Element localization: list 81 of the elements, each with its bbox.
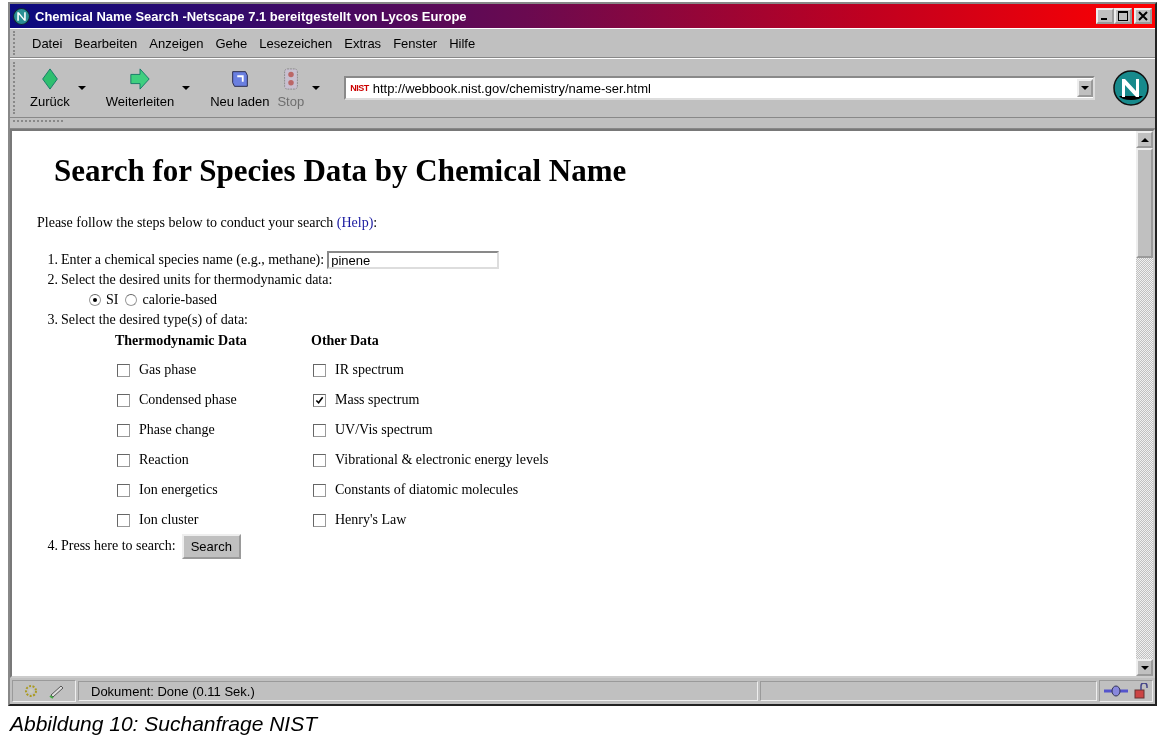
site-label: NIST bbox=[350, 83, 369, 93]
status-text: Dokument: Done (0.11 Sek.) bbox=[78, 681, 758, 701]
checkbox-label: Constants of diatomic molecules bbox=[335, 482, 519, 498]
checkbox[interactable] bbox=[117, 483, 130, 497]
padlock-icon bbox=[1133, 683, 1149, 699]
toolbar-button[interactable]: Zurück bbox=[26, 67, 74, 109]
window-title: Chemical Name Search -Netscape 7.1 bereitgestellt von Lycos Europe bbox=[35, 8, 468, 24]
step-number: 1. bbox=[46, 252, 58, 268]
checkbox[interactable] bbox=[313, 513, 326, 527]
checkbox-label: IR spectrum bbox=[335, 362, 404, 378]
column-heading: Other Data bbox=[311, 333, 380, 350]
step-label: Press here to search: bbox=[61, 538, 176, 554]
colon-text: : bbox=[373, 215, 378, 230]
checkbox[interactable] bbox=[313, 363, 326, 377]
menu-item[interactable]: Datei bbox=[26, 35, 69, 51]
step-label: Enter a chemical species name (e.g., methane): bbox=[61, 252, 325, 268]
pen-icon[interactable] bbox=[49, 683, 65, 699]
toolbar-button[interactable]: Neu laden bbox=[206, 67, 274, 109]
dropdown-caret-icon[interactable] bbox=[182, 86, 191, 90]
species-name-field[interactable]: pinene bbox=[327, 251, 500, 269]
radio-label: SI bbox=[106, 292, 119, 308]
radio-button[interactable] bbox=[89, 294, 101, 306]
checkbox-label: Phase change bbox=[139, 422, 215, 438]
checkbox-label: Reaction bbox=[139, 452, 189, 468]
checkbox-label: Condensed phase bbox=[139, 392, 237, 408]
down-caret-icon bbox=[1140, 665, 1149, 670]
maximize-button[interactable] bbox=[1114, 8, 1132, 24]
checkbox[interactable] bbox=[313, 393, 326, 407]
step-number: 4. bbox=[46, 538, 58, 554]
toolbar-button[interactable]: Weiterleiten bbox=[101, 67, 179, 109]
menu-item[interactable]: Anzeigen bbox=[143, 35, 210, 51]
menu-item[interactable]: Fenster bbox=[387, 35, 444, 51]
checkbox[interactable] bbox=[313, 483, 326, 497]
menu-item[interactable]: Extras bbox=[338, 35, 388, 51]
connection-icon bbox=[1103, 685, 1129, 697]
column-heading: Thermodynamic Data bbox=[115, 333, 248, 350]
page-heading: Search for Species Data by Chemical Name bbox=[54, 153, 628, 189]
dropdown-caret-icon[interactable] bbox=[77, 86, 86, 90]
checkbox-label: Henry's Law bbox=[335, 512, 407, 528]
netscape-logo-icon bbox=[13, 7, 30, 25]
checkbox[interactable] bbox=[117, 423, 130, 437]
checkbox[interactable] bbox=[313, 453, 326, 467]
step-number: 3. bbox=[46, 312, 58, 328]
radio-button[interactable] bbox=[125, 294, 138, 306]
minimize-button[interactable] bbox=[1096, 8, 1114, 24]
checkbox-label: Mass spectrum bbox=[335, 392, 420, 408]
netscape-logo-icon[interactable] bbox=[1113, 70, 1149, 106]
checkbox-label: Ion cluster bbox=[139, 512, 199, 528]
dropdown-button[interactable] bbox=[1077, 79, 1093, 97]
menu-item[interactable]: Gehe bbox=[209, 35, 254, 51]
up-caret-icon bbox=[1140, 137, 1149, 142]
menu-item[interactable]: Lesezeichen bbox=[253, 35, 339, 51]
menu-item[interactable]: Bearbeiten bbox=[68, 35, 144, 51]
checkbox[interactable] bbox=[313, 423, 326, 437]
minimize-icon bbox=[1100, 18, 1107, 20]
checkbox-label: Gas phase bbox=[139, 362, 197, 378]
scrollbar[interactable] bbox=[1136, 131, 1153, 676]
scroll-thumb[interactable] bbox=[1136, 148, 1153, 258]
caret-icon bbox=[1081, 86, 1089, 90]
figure-caption: Abbildung 10: Suchanfrage NIST bbox=[8, 711, 320, 737]
step-number: 2. bbox=[46, 272, 58, 288]
search-button[interactable]: Search bbox=[181, 533, 241, 559]
scroll-up-button[interactable] bbox=[1136, 131, 1153, 148]
intro-text: Please follow the steps below to conduct your search bbox=[37, 215, 334, 230]
checkbox-label: Ion energetics bbox=[139, 482, 218, 498]
checkbox[interactable] bbox=[117, 363, 130, 377]
radio-label: calorie-based bbox=[142, 292, 218, 308]
step-label: Select the desired units for thermodynamic data: bbox=[61, 272, 333, 288]
step-label: Select the desired type(s) of data: bbox=[61, 312, 248, 328]
checkbox[interactable] bbox=[117, 453, 130, 467]
checkbox-label: UV/Vis spectrum bbox=[335, 422, 433, 438]
checkbox-label: Vibrational & electronic energy levels bbox=[335, 452, 549, 468]
maximize-icon bbox=[1118, 11, 1128, 21]
forward-arrow-icon bbox=[128, 67, 151, 90]
scroll-down-button[interactable] bbox=[1136, 659, 1153, 676]
checkbox[interactable] bbox=[117, 513, 130, 527]
close-icon bbox=[1138, 11, 1148, 21]
close-button[interactable] bbox=[1134, 8, 1152, 24]
menu-item[interactable]: Hilfe bbox=[443, 35, 482, 51]
address-field[interactable]: NIST http://webbook.nist.gov/chemistry/name-ser.html bbox=[344, 76, 1095, 100]
checkbox[interactable] bbox=[117, 393, 130, 407]
